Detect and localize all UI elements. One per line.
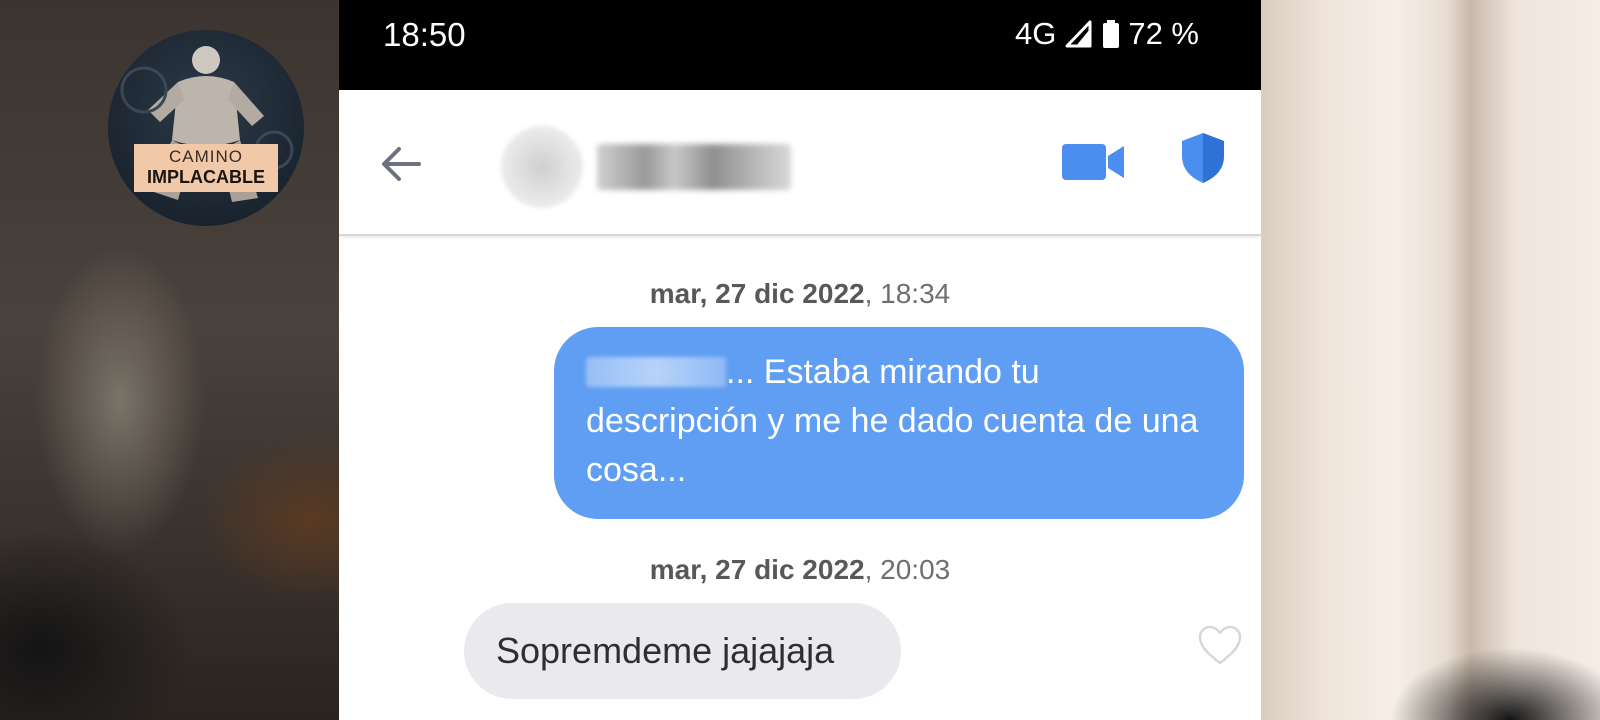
chat-header <box>339 90 1261 236</box>
heart-like-icon[interactable] <box>1197 624 1243 666</box>
back-arrow-icon[interactable] <box>379 142 423 186</box>
timestamp-date: mar, 27 dic 2022 <box>649 278 865 309</box>
video-call-icon[interactable] <box>1062 140 1126 184</box>
incoming-message-bubble[interactable]: Sopremdeme jajajaja <box>464 603 901 699</box>
logo-text-band: CAMINO IMPLACABLE <box>134 144 278 192</box>
logo-text-camino: CAMINO <box>169 147 243 166</box>
statue-illustration <box>120 46 294 202</box>
video-background-right <box>1260 0 1600 720</box>
battery-icon <box>1103 20 1120 48</box>
timestamp-time: , 18:34 <box>864 278 951 309</box>
message-timestamp: mar, 27 dic 2022, 20:03 <box>339 554 1261 586</box>
message-timestamp: mar, 27 dic 2022, 18:34 <box>339 278 1261 310</box>
redacted-name <box>586 357 726 387</box>
incoming-message-text: Sopremdeme jajajaja <box>496 630 835 671</box>
signal-icon <box>1065 20 1092 48</box>
message-list: mar, 27 dic 2022, 18:34 ... Estaba miran… <box>339 236 1261 720</box>
channel-logo: CAMINO IMPLACABLE <box>108 30 304 226</box>
battery-percent: 72 % <box>1128 16 1199 51</box>
status-time: 18:50 <box>383 16 466 53</box>
timestamp-date: mar, 27 dic 2022 <box>649 554 865 585</box>
phone-screen: 18:50 4G 72 % mar, 27 dic 2022, 18:34 ..… <box>339 0 1261 720</box>
timestamp-time: , 20:03 <box>864 554 951 585</box>
status-indicators: 4G 72 % <box>1015 16 1199 52</box>
contact-name[interactable] <box>597 144 791 190</box>
shield-icon[interactable] <box>1181 132 1225 184</box>
outgoing-message-bubble[interactable]: ... Estaba mirando tu descripción y me h… <box>554 327 1244 519</box>
contact-avatar[interactable] <box>501 126 583 208</box>
status-bar: 18:50 4G 72 % <box>339 0 1261 90</box>
network-type: 4G <box>1014 16 1057 51</box>
logo-text-implacable: IMPLACABLE <box>147 167 265 187</box>
